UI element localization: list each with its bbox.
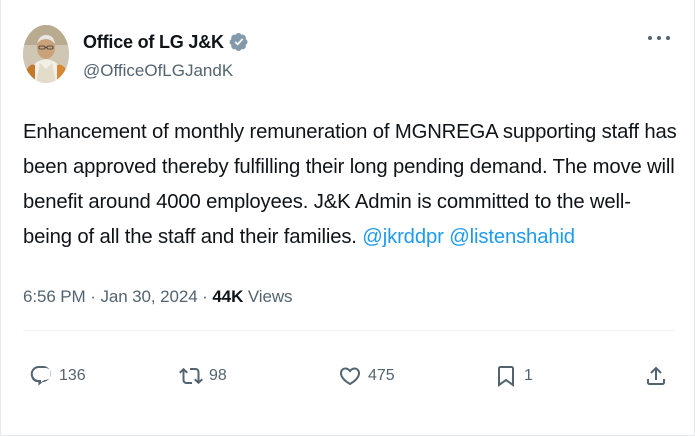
more-horizontal-icon[interactable] xyxy=(648,33,670,43)
bookmark-count: 1 xyxy=(524,367,533,384)
mention-link[interactable]: @jkrddpr xyxy=(362,226,444,248)
tweet-time[interactable]: 6:56 PM xyxy=(23,287,86,306)
author-identity: Office of LG J&K @OfficeOfLGJandK xyxy=(83,25,249,81)
avatar[interactable] xyxy=(23,25,69,83)
tweet-meta: 6:56 PM · Jan 30, 2024 · 44K Views xyxy=(23,287,293,307)
tweet-card: Office of LG J&K @OfficeOfLGJandK Enhanc… xyxy=(0,0,695,436)
meta-separator: · xyxy=(197,287,213,306)
repost-count: 98 xyxy=(209,367,227,384)
reply-count: 136 xyxy=(59,367,86,384)
tweet-header: Office of LG J&K @OfficeOfLGJandK xyxy=(23,25,674,89)
heart-icon xyxy=(338,364,362,388)
divider xyxy=(23,330,674,331)
tweet-text: Enhancement of monthly remuneration of M… xyxy=(23,115,678,255)
views-label: Views xyxy=(243,287,293,306)
views-count: 44K xyxy=(212,287,244,306)
repost-button[interactable]: 98 xyxy=(179,360,227,392)
more-dot xyxy=(666,36,670,40)
avatar-image xyxy=(23,25,69,83)
meta-separator: · xyxy=(85,287,101,306)
more-dot xyxy=(657,36,661,40)
action-bar: 136 98 475 1 xyxy=(29,360,668,392)
more-dot xyxy=(648,36,652,40)
author-handle[interactable]: @OfficeOfLGJandK xyxy=(83,61,249,81)
mention-link[interactable]: @listenshahid xyxy=(449,226,575,248)
verified-badge-icon[interactable] xyxy=(229,32,249,52)
bookmark-button[interactable]: 1 xyxy=(494,360,533,392)
tweet-body: Enhancement of monthly remuneration of M… xyxy=(23,121,677,248)
bookmark-icon xyxy=(494,364,518,388)
author-display-name[interactable]: Office of LG J&K xyxy=(83,32,224,53)
author-name-row: Office of LG J&K xyxy=(83,29,249,55)
like-button[interactable]: 475 xyxy=(338,360,395,392)
like-count: 475 xyxy=(368,367,395,384)
share-button[interactable] xyxy=(644,360,668,392)
share-icon xyxy=(644,364,668,388)
tweet-date[interactable]: Jan 30, 2024 xyxy=(100,287,197,306)
reply-icon xyxy=(29,364,53,388)
repost-icon xyxy=(179,364,203,388)
reply-button[interactable]: 136 xyxy=(29,360,86,392)
